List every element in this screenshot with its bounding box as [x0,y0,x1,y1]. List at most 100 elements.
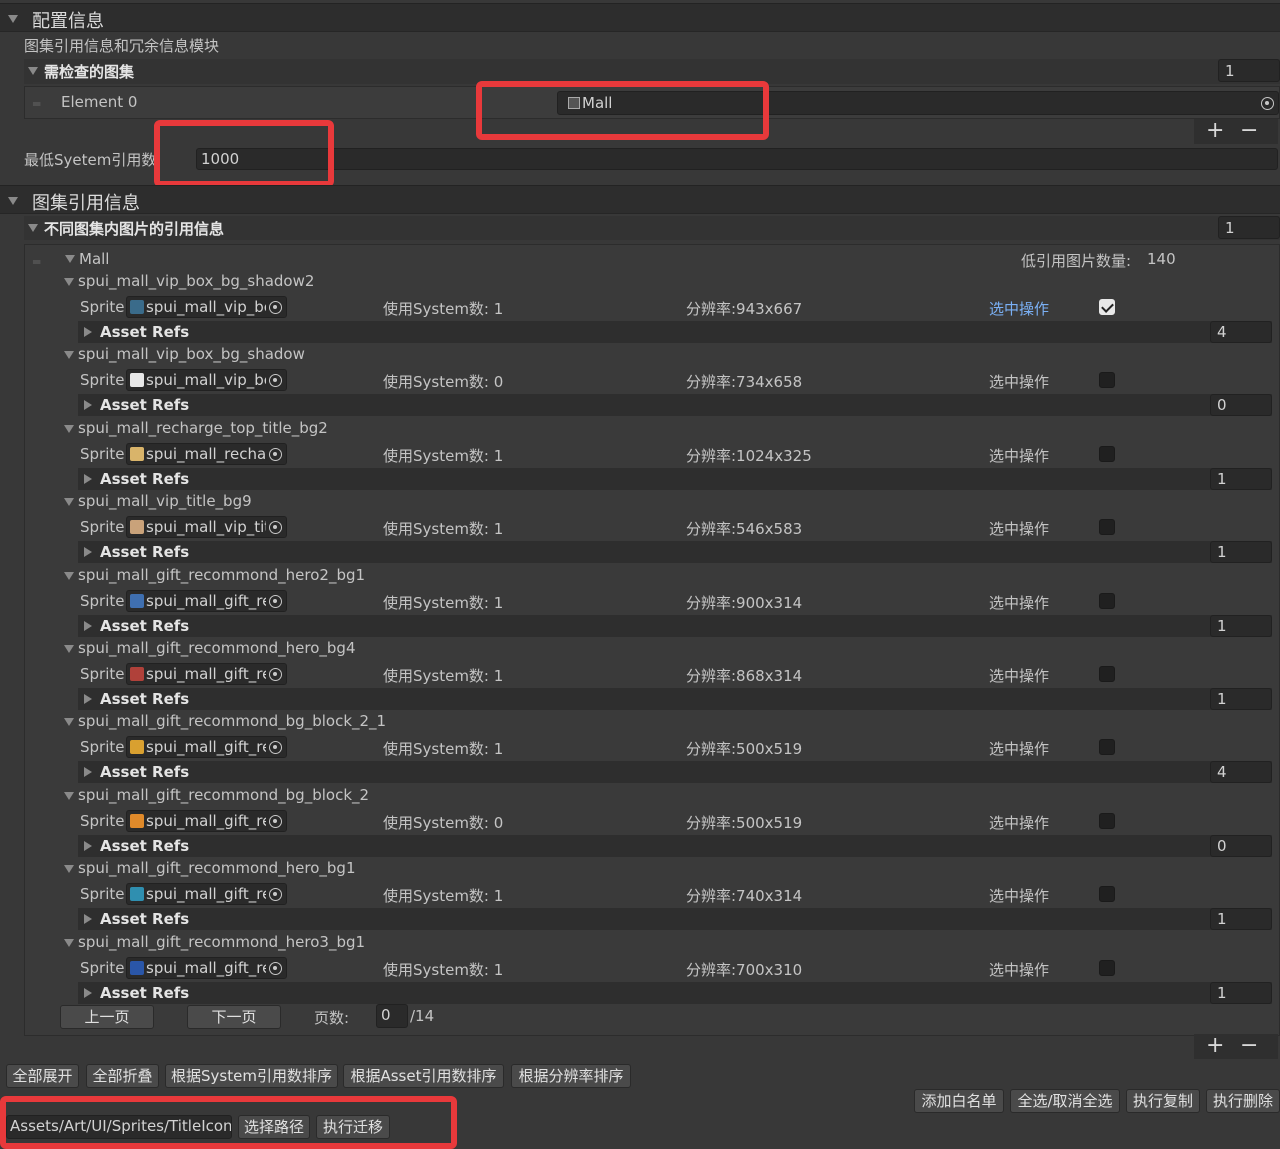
object-picker-icon[interactable] [269,595,282,608]
exec-copy-button[interactable]: 执行复制 [1126,1089,1200,1113]
foldout-arrow-icon[interactable] [64,498,74,506]
refinfo-list-size-field[interactable]: 1 [1218,216,1280,239]
foldout-arrow-icon[interactable] [64,425,74,433]
asset-refs-count[interactable]: 4 [1210,321,1272,343]
asset-refs-count[interactable]: 0 [1210,835,1272,857]
asset-refs-header[interactable]: Asset Refs 1 [78,541,1272,563]
foldout-arrow-icon[interactable] [84,694,92,704]
asset-refs-header[interactable]: Asset Refs 1 [78,468,1272,490]
foldout-arrow-icon[interactable] [84,767,92,777]
select-checkbox[interactable] [1099,960,1115,976]
asset-refs-count[interactable]: 1 [1210,468,1272,490]
asset-refs-count[interactable]: 1 [1210,541,1272,563]
prev-page-button[interactable]: 上一页 [60,1005,154,1029]
asset-refs-header[interactable]: Asset Refs 1 [78,982,1272,1004]
exec-delete-button[interactable]: 执行删除 [1206,1089,1280,1113]
select-action-label[interactable]: 选中操作 [989,298,1049,319]
foldout-arrow-icon[interactable] [64,278,74,286]
asset-refs-header[interactable]: Asset Refs 4 [78,321,1272,343]
foldout-arrow-icon[interactable] [64,865,74,873]
asset-refs-header[interactable]: Asset Refs 0 [78,394,1272,416]
next-page-button[interactable]: 下一页 [187,1005,281,1029]
collapse-all-button[interactable]: 全部折叠 [86,1064,159,1088]
foldout-arrow-icon[interactable] [84,914,92,924]
sprite-object-field[interactable]: spui_mall_gift_re [126,810,287,832]
page-input[interactable]: 0 [376,1004,408,1028]
config-foldout-header[interactable]: 配置信息 [0,3,1280,32]
foldout-arrow-icon[interactable] [8,197,18,205]
foldout-arrow-icon[interactable] [84,988,92,998]
asset-refs-count[interactable]: 0 [1210,394,1272,416]
foldout-arrow-icon[interactable] [64,572,74,580]
remove-element-icon[interactable]: − [1240,120,1258,142]
select-action-label[interactable]: 选中操作 [989,518,1049,539]
object-picker-icon[interactable] [269,374,282,387]
select-checkbox[interactable] [1099,813,1115,829]
asset-refs-count[interactable]: 1 [1210,615,1272,637]
sprite-object-field[interactable]: spui_mall_vip_bc [126,296,287,318]
object-picker-icon[interactable] [269,301,282,314]
select-checkbox[interactable] [1099,299,1115,315]
select-checkbox[interactable] [1099,593,1115,609]
sprite-object-field[interactable]: spui_mall_gift_re [126,957,287,979]
foldout-arrow-icon[interactable] [84,327,92,337]
select-checkbox[interactable] [1099,739,1115,755]
sprite-object-field[interactable]: spui_mall_gift_re [126,590,287,612]
object-picker-icon[interactable] [269,741,282,754]
foldout-arrow-icon[interactable] [28,224,38,232]
add-element-icon[interactable]: + [1206,120,1224,142]
foldout-arrow-icon[interactable] [64,351,74,359]
foldout-arrow-icon[interactable] [84,474,92,484]
select-action-label[interactable]: 选中操作 [989,959,1049,980]
refinfo-list-header[interactable]: 不同图集内图片的引用信息 1 [24,216,1280,240]
select-checkbox[interactable] [1099,446,1115,462]
expand-all-button[interactable]: 全部展开 [6,1064,79,1088]
refinfo-foldout-header[interactable]: 图集引用信息 [0,185,1280,214]
object-picker-icon[interactable] [269,962,282,975]
foldout-arrow-icon[interactable] [8,15,18,23]
select-checkbox[interactable] [1099,372,1115,388]
foldout-arrow-icon[interactable] [84,841,92,851]
remove-element-icon[interactable]: − [1240,1035,1258,1057]
select-action-label[interactable]: 选中操作 [989,665,1049,686]
select-checkbox[interactable] [1099,666,1115,682]
select-action-label[interactable]: 选中操作 [989,592,1049,613]
sprite-object-field[interactable]: spui_mall_gift_re [126,883,287,905]
foldout-arrow-icon[interactable] [64,645,74,653]
foldout-arrow-icon[interactable] [84,400,92,410]
sort-by-system-button[interactable]: 根据System引用数排序 [165,1064,338,1088]
foldout-arrow-icon[interactable] [64,939,74,947]
object-picker-icon[interactable] [269,815,282,828]
drag-handle-icon[interactable]: ═ [33,97,40,111]
sort-by-asset-button[interactable]: 根据Asset引用数排序 [343,1064,504,1088]
asset-refs-count[interactable]: 4 [1210,761,1272,783]
sprite-object-field[interactable]: spui_mall_vip_tit [126,516,287,538]
sprite-object-field[interactable]: spui_mall_gift_re [126,736,287,758]
asset-refs-header[interactable]: Asset Refs 1 [78,908,1272,930]
asset-refs-header[interactable]: Asset Refs 0 [78,835,1272,857]
object-picker-icon[interactable] [269,521,282,534]
object-picker-icon[interactable] [269,888,282,901]
object-picker-icon[interactable] [269,668,282,681]
select-action-label[interactable]: 选中操作 [989,812,1049,833]
select-action-label[interactable]: 选中操作 [989,445,1049,466]
sprite-object-field[interactable]: spui_mall_vip_bc [126,369,287,391]
select-action-label[interactable]: 选中操作 [989,885,1049,906]
object-picker-icon[interactable] [1261,97,1274,110]
select-checkbox[interactable] [1099,519,1115,535]
foldout-arrow-icon[interactable] [64,792,74,800]
foldout-arrow-icon[interactable] [64,718,74,726]
select-action-label[interactable]: 选中操作 [989,738,1049,759]
foldout-arrow-icon[interactable] [84,621,92,631]
add-whitelist-button[interactable]: 添加白名单 [914,1089,1004,1113]
foldout-arrow-icon[interactable] [28,67,38,75]
object-picker-icon[interactable] [269,448,282,461]
min-ref-input[interactable]: 1000 [196,148,1278,170]
foldout-arrow-icon[interactable] [84,547,92,557]
add-element-icon[interactable]: + [1206,1035,1224,1057]
asset-refs-count[interactable]: 1 [1210,982,1272,1004]
sort-by-resolution-button[interactable]: 根据分辨率排序 [511,1064,631,1088]
asset-refs-header[interactable]: Asset Refs 1 [78,688,1272,710]
asset-refs-header[interactable]: Asset Refs 1 [78,615,1272,637]
atlas-list-size-field[interactable]: 1 [1218,59,1280,82]
